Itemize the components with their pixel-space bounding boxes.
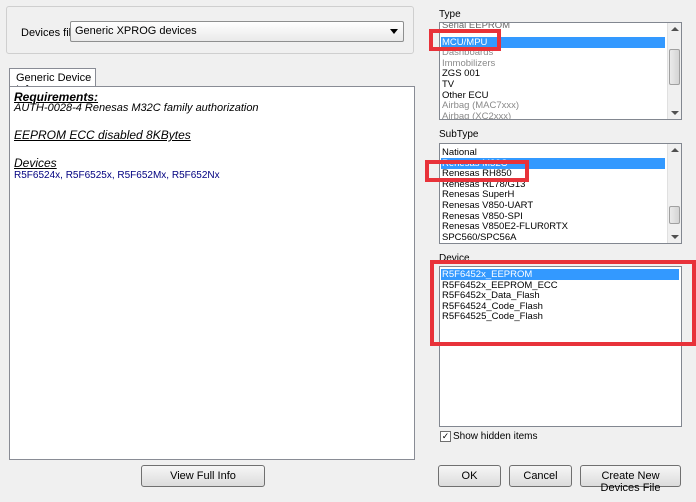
device-list-item[interactable]: R5F64524_Code_Flash [441,301,679,312]
subtype-list-item[interactable]: Renesas V850E2-FLUR0RTX [441,221,665,232]
devices-heading: Devices [14,156,57,170]
device-list-item[interactable]: R5F64525_Code_Flash [441,311,679,322]
scroll-up-icon[interactable] [671,27,679,31]
type-list-item[interactable]: ZGS 001 [441,68,665,79]
subtype-list-item[interactable]: SPC560/SPC56A [441,232,665,243]
devices-file-selected: Generic XPROG devices [75,25,197,37]
create-new-devices-file-button[interactable]: Create New Devices File [580,465,681,494]
subtype-list-item[interactable]: Renesas M32C [441,157,665,169]
scroll-down-icon[interactable] [671,235,679,239]
show-hidden-label: Show hidden items [453,431,538,442]
device-list-item[interactable]: R5F6452x_EEPROM_ECC [441,280,679,291]
eeprom-note: EEPROM ECC disabled 8KBytes [14,128,191,142]
subtype-list-item[interactable]: National [441,147,665,158]
show-hidden-checkbox[interactable]: ✓ [440,431,451,442]
subtype-list-item[interactable]: Renesas SuperH [441,189,665,200]
devices-file-combobox[interactable]: Generic XPROG devices [70,21,404,42]
subtype-scrollbar[interactable] [667,144,681,243]
requirement-text: AUTH-0028-4 Renesas M32C family authoriz… [14,102,259,114]
type-list-item[interactable]: Airbag (MAC7xxx) [441,100,665,111]
scroll-thumb[interactable] [669,49,680,85]
device-label: Device [439,253,470,264]
type-list-item[interactable]: TV [441,79,665,90]
device-listbox[interactable]: R5F6452x_EEPROM R5F6452x_EEPROM_ECC R5F645… [439,266,682,427]
devices-list-text: R5F6524x, R5F6525x, R5F652Mx, R5F652Nx [14,170,220,181]
scroll-up-icon[interactable] [671,148,679,152]
device-list-item[interactable]: R5F6452x_Data_Flash [441,290,679,301]
subtype-listbox[interactable]: National Renesas M32C Renesas RH850 Renesas… [439,143,682,244]
subtype-list-item[interactable]: Renesas V850-UART [441,200,665,211]
device-list-item[interactable]: R5F6452x_EEPROM [441,269,679,280]
type-scrollbar[interactable] [667,23,681,119]
subtype-label: SubType [439,129,479,140]
subtype-list-item[interactable]: Renesas RL78/G13 [441,179,665,190]
type-list-item[interactable]: Airbag (XC2xxx) [441,111,665,119]
type-list-item[interactable]: Serial EEPROM [441,23,665,31]
chevron-down-icon[interactable] [390,29,398,34]
device-info-panel [9,86,415,460]
tab-generic-device-info[interactable]: Generic Device Info [9,68,96,96]
type-label: Type [439,9,461,20]
type-list-item[interactable]: Dashboards [441,47,665,58]
type-list-item[interactable]: Immobilizers [441,58,665,69]
subtype-list-item[interactable]: Renesas RH850 [441,168,665,179]
cancel-button[interactable]: Cancel [509,465,572,487]
type-listbox[interactable]: Serial EEPROM MCU/MPU Dashboards Immobilize… [439,22,682,120]
ok-button[interactable]: OK [438,465,501,487]
subtype-list-item[interactable]: Renesas V850-SPI [441,211,665,222]
type-list-item[interactable]: MCU/MPU [441,36,665,48]
view-full-info-button[interactable]: View Full Info [141,465,265,487]
scroll-down-icon[interactable] [671,111,679,115]
type-list-item[interactable]: Other ECU [441,90,665,101]
scroll-thumb[interactable] [669,206,680,224]
